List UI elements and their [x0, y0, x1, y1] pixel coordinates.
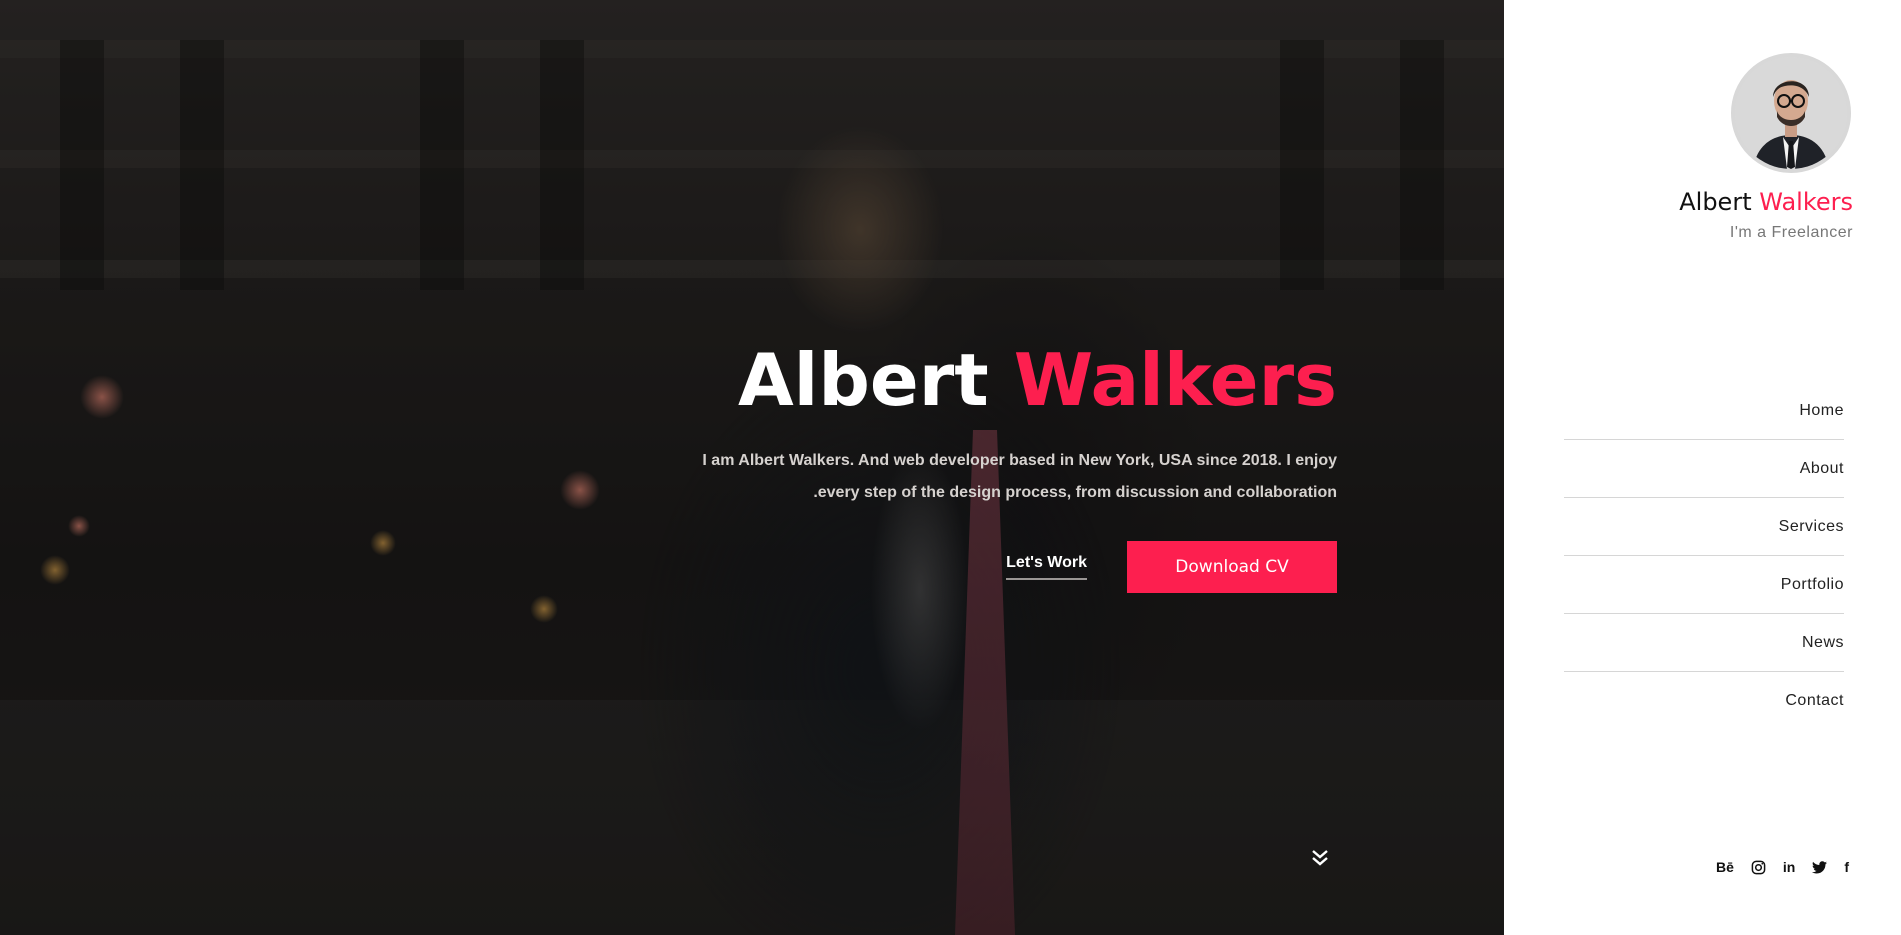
profile-name-first: Albert: [1679, 188, 1752, 216]
double-chevron-down-icon[interactable]: [1308, 846, 1332, 870]
twitter-icon[interactable]: [1812, 858, 1828, 876]
nav-link-news[interactable]: News: [1802, 634, 1844, 652]
profile-role: I'm a Freelancer: [1729, 224, 1853, 241]
profile-name: Albert Walkers: [1679, 188, 1853, 216]
nav-link-portfolio[interactable]: Portfolio: [1781, 576, 1844, 594]
social-links: Bē in f: [1699, 858, 1849, 876]
nav-link-services[interactable]: Services: [1779, 518, 1844, 536]
instagram-icon[interactable]: [1751, 858, 1766, 876]
hero-title-first: Albert: [737, 338, 989, 422]
nav-item-services: Services: [1564, 498, 1844, 556]
sidebar: Albert Walkers I'm a Freelancer Home Abo…: [1504, 0, 1901, 935]
hero-description-line-1: I am Albert Walkers. And web developer b…: [702, 452, 1337, 469]
page: Albert Walkers I am Albert Walkers. And …: [0, 0, 1901, 935]
hero-section: Albert Walkers I am Albert Walkers. And …: [0, 0, 1504, 935]
linkedin-icon[interactable]: in: [1783, 858, 1795, 876]
hero-title: Albert Walkers: [437, 335, 1337, 425]
avatar: [1731, 53, 1851, 173]
nav-item-news: News: [1564, 614, 1844, 672]
main-nav: Home About Services Portfolio News Conta…: [1564, 382, 1844, 730]
behance-icon[interactable]: Bē: [1716, 858, 1734, 876]
hero-title-last: Walkers: [1013, 338, 1337, 422]
download-cv-button[interactable]: Download CV: [1127, 541, 1337, 593]
hero-content: Albert Walkers I am Albert Walkers. And …: [437, 335, 1337, 593]
hero-description-line-2: .every step of the design process, from …: [813, 484, 1337, 501]
hero-description: I am Albert Walkers. And web developer b…: [437, 445, 1337, 509]
nav-item-portfolio: Portfolio: [1564, 556, 1844, 614]
nav-link-about[interactable]: About: [1800, 460, 1844, 478]
hero-actions: Let's Work Download CV: [437, 541, 1337, 593]
profile-name-last: Walkers: [1759, 188, 1853, 216]
nav-link-home[interactable]: Home: [1799, 402, 1844, 420]
nav-item-about: About: [1564, 440, 1844, 498]
nav-link-contact[interactable]: Contact: [1785, 692, 1844, 710]
nav-item-contact: Contact: [1564, 672, 1844, 730]
lets-work-link[interactable]: Let's Work: [1006, 554, 1087, 580]
facebook-icon[interactable]: f: [1844, 858, 1849, 876]
nav-item-home: Home: [1564, 382, 1844, 440]
